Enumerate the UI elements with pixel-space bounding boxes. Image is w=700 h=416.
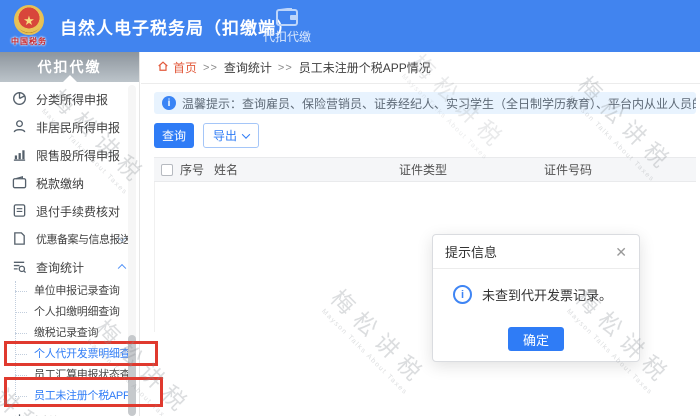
notice-banner: i 温馨提示：查询雇员、保险营销员、证券经纪人、实习学生（全日制学历教育）、平台… [154, 92, 696, 114]
sidebar-subitem-annual-settlement-status[interactable]: 员工汇算申报状态查询 [0, 365, 128, 386]
toolbar: 查询 导出 [154, 123, 696, 148]
sidebar-item-restricted-shares[interactable]: 限售股所得申报 [0, 141, 139, 169]
star-glyph: ★ [23, 14, 35, 27]
sidebar-subitem-tax-payment-records[interactable]: 缴税记录查询 [0, 323, 128, 344]
dialog-body: i 未查到代开发票记录。 [433, 269, 639, 304]
query-button[interactable]: 查询 [154, 123, 194, 148]
chevron-up-icon [118, 264, 126, 272]
export-button[interactable]: 导出 [203, 123, 259, 148]
column-header-index: 序号 [178, 161, 212, 178]
tab-notch [63, 75, 77, 82]
sidebar-menu: 分类所得申报 非居民所得申报 限售股所得申报 税款缴纳 [0, 82, 139, 416]
breadcrumb-separator: >> [278, 62, 293, 74]
sidebar-item-query-statistics[interactable]: 查询统计 [0, 253, 139, 281]
sidebar-item-refund-fee-check[interactable]: 退付手续费核对 [0, 197, 139, 225]
sidebar: 代扣代缴 分类所得申报 非居民所得申报 限售股所得申报 [0, 52, 140, 416]
app-header: ★ 中国税务 自然人电子税务局（扣缴端） 代扣代缴 [0, 0, 700, 52]
breadcrumb-query-statistics[interactable]: 查询统计 [224, 59, 272, 76]
dialog-header: 提示信息 ✕ [433, 235, 639, 269]
app-window: ★ 中国税务 自然人电子税务局（扣缴端） 代扣代缴 代扣代缴 分类所得申报 [0, 0, 700, 416]
wallet-icon [276, 8, 298, 26]
dialog-footer: 确定 [433, 327, 639, 351]
sidebar-item-tax-payment[interactable]: 税款缴纳 [0, 169, 139, 197]
tab-label: 代扣代缴 [263, 28, 311, 45]
sidebar-item-nonresident-income[interactable]: 非居民所得申报 [0, 113, 139, 141]
document-icon [12, 203, 28, 219]
info-icon: i [162, 96, 176, 110]
tax-bureau-logo: ★ 中国税务 [6, 5, 52, 47]
search-list-icon [12, 259, 28, 275]
close-icon[interactable]: ✕ [615, 245, 627, 259]
info-icon: i [453, 285, 472, 304]
logo-text: 中国税务 [11, 36, 47, 47]
query-statistics-submenu: 单位申报记录查询 个人扣缴明细查询 缴税记录查询 个人代开发票明细查询 员工汇算… [0, 281, 139, 407]
sidebar-item-preferential-filing[interactable]: 优惠备案与信息报送 [0, 225, 139, 253]
sidebar-subitem-unregistered-app[interactable]: 员工未注册个税APP情况 [0, 386, 128, 407]
sidebar-item-classified-income[interactable]: 分类所得申报 [0, 85, 139, 113]
select-all-checkbox[interactable] [161, 164, 173, 176]
breadcrumb: 首页 >> 查询统计 >> 员工未注册个税APP情况 [141, 52, 700, 84]
column-header-id-number: 证件号码 [542, 161, 696, 178]
table-header-row: 序号 姓名 证件类型 证件号码 [154, 157, 696, 182]
sidebar-title: 代扣代缴 [0, 52, 139, 82]
column-header-id-type: 证件类型 [397, 161, 542, 178]
pie-chart-icon [12, 91, 28, 107]
sidebar-scrollbar[interactable] [128, 85, 136, 416]
file-icon [12, 231, 28, 247]
wallet-icon [12, 175, 28, 191]
column-header-name: 姓名 [212, 161, 397, 178]
person-icon [12, 119, 28, 135]
tab-withholding[interactable]: 代扣代缴 [248, 0, 326, 52]
breadcrumb-home[interactable]: 首页 [157, 59, 197, 76]
confirm-button[interactable]: 确定 [508, 327, 564, 351]
bar-chart-icon [12, 147, 28, 163]
breadcrumb-current-page: 员工未注册个税APP情况 [299, 59, 431, 76]
sidebar-subitem-personal-withholding-detail[interactable]: 个人扣缴明细查询 [0, 302, 128, 323]
dialog-message: 未查到代开发票记录。 [482, 285, 612, 304]
dialog-title: 提示信息 [445, 242, 497, 261]
notice-text: 温馨提示：查询雇员、保险营销员、证券经纪人、实习学生（全日制学历教育）、平台内从… [182, 95, 696, 112]
home-icon [157, 60, 169, 75]
prompt-dialog: 提示信息 ✕ i 未查到代开发票记录。 确定 [432, 234, 640, 362]
sidebar-subitem-unit-declare-records[interactable]: 单位申报记录查询 [0, 281, 128, 302]
national-emblem-icon: ★ [14, 5, 44, 35]
scrollbar-thumb[interactable] [128, 335, 136, 416]
sidebar-subitem-invoice-issued-detail[interactable]: 个人代开发票明细查询 [0, 344, 128, 365]
sidebar-item-system-settings[interactable]: 系统设置 [0, 407, 139, 416]
chevron-down-icon [242, 130, 250, 138]
breadcrumb-separator: >> [203, 62, 218, 74]
